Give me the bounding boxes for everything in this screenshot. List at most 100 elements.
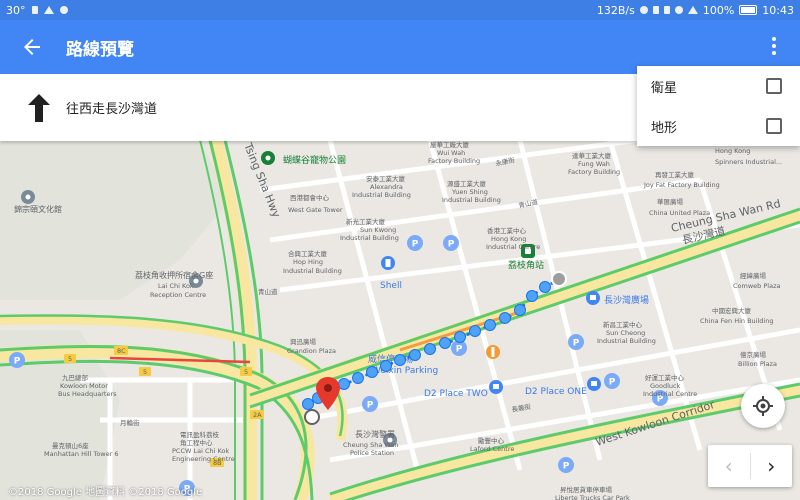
route-dot [409, 349, 421, 361]
map-label: 曼克頓山6座 [52, 441, 89, 450]
parking-icon[interactable]: P [407, 235, 423, 251]
map-label: Sun Cheong [606, 329, 645, 337]
route-dot [539, 281, 551, 293]
map-label: 5 [244, 368, 248, 376]
map-label: 再發工業大廈 [655, 170, 695, 179]
parking-icon[interactable]: P [443, 235, 459, 251]
route-dot [394, 354, 406, 366]
map-label: Laford Centre [470, 445, 514, 453]
route-dot [338, 378, 350, 390]
restaurant-icon[interactable] [486, 345, 500, 359]
network-speed-text: 132B/s [596, 3, 635, 17]
map-label: 昇悅居貨車停車場 [560, 485, 613, 494]
bluetooth-icon [652, 6, 659, 14]
svg-text:P: P [456, 345, 463, 355]
more-options-icon[interactable] [770, 37, 778, 57]
parking-icon[interactable]: P [604, 373, 620, 389]
straight-arrow-icon [28, 93, 50, 122]
map-label: 荔枝角站 [508, 259, 544, 271]
svg-text:P: P [573, 339, 580, 349]
park-pin-icon[interactable] [261, 151, 275, 165]
step-navigation: ‹ › [708, 445, 792, 487]
map-label: 西港都會中心 [290, 193, 330, 202]
map-label: 長沙灣廣場 [604, 294, 649, 306]
map-label: 錦宗頤文化館 [14, 204, 62, 214]
route-end-marker[interactable] [551, 271, 567, 287]
sim-icon [31, 6, 38, 14]
parking-icon[interactable]: P [558, 457, 574, 473]
clock-text: 10:43 [762, 3, 794, 17]
shopping-icon[interactable] [489, 380, 503, 394]
map-label: 8B [213, 459, 222, 467]
route-dot [424, 343, 436, 355]
next-step-button[interactable]: › [751, 445, 793, 487]
map-label: 月輪街 [120, 418, 140, 427]
route-dot [302, 398, 314, 410]
map-label: D2 Place ONE [525, 387, 587, 397]
svg-text:P: P [609, 378, 616, 388]
map-label: 電訊盈科荔枝 [180, 430, 220, 439]
vibrate-icon [663, 6, 670, 14]
menu-item-terrain[interactable]: 地形 [637, 106, 800, 146]
gas-station-icon[interactable] [381, 256, 395, 270]
museum-pin-icon[interactable] [21, 190, 35, 204]
battery-percent-text: 100% [702, 3, 735, 17]
map-label: Industrial Building [283, 267, 342, 275]
map-label: Kowloon Motor [60, 382, 108, 390]
map-label: 新昌工業中心 [603, 320, 643, 329]
back-arrow-icon[interactable] [20, 35, 44, 59]
shopping-icon[interactable] [586, 291, 600, 305]
map-label: 源盛工業大廈 [447, 179, 487, 188]
route-dot [439, 337, 451, 349]
terrain-checkbox[interactable] [766, 118, 782, 134]
map-label: China Fen Hin Building [700, 317, 773, 325]
svg-text:P: P [367, 401, 374, 411]
parking-icon[interactable]: P [568, 334, 584, 350]
map-label: 九巴總部 [62, 373, 89, 382]
map-label: 興迅廣場 [290, 337, 317, 346]
svg-text:P: P [563, 462, 570, 472]
map-label: 華匯廣場 [657, 197, 684, 206]
route-dot [484, 319, 496, 331]
map-label: Cheung Sha Wan [343, 441, 399, 449]
map-label: 青山道 [258, 287, 278, 296]
map-label: PCCW Lai Chi Kok [172, 447, 229, 455]
map-label: 荔枝角收押所宿舍G座 [135, 270, 213, 280]
map-label: 勵豐中心 [478, 436, 505, 445]
route-dot [454, 331, 466, 343]
map-label: Shell [380, 281, 402, 291]
map-label: Yuen Shing [451, 188, 488, 196]
map-label: Manhattan Hill Tower 6 [44, 450, 118, 458]
route-start-marker[interactable] [304, 409, 320, 425]
map-label: Joy Fat Factory Building [643, 181, 720, 189]
map-label: Wui Wah [437, 149, 465, 157]
location-icon [639, 6, 648, 14]
map-label: Reception Centre [150, 291, 206, 299]
previous-step-button[interactable]: ‹ [708, 445, 750, 487]
page-title: 路線預覽 [66, 39, 134, 60]
route-dot [469, 325, 481, 337]
parking-icon[interactable]: P [362, 396, 378, 412]
parking-icon[interactable]: P [9, 352, 25, 368]
map-label: 達華工業大廈 [572, 151, 612, 160]
map-label: Fung Wah [578, 160, 610, 168]
map-label: Hop Hing [293, 258, 323, 266]
map-label: Sun Kwong [360, 226, 396, 234]
menu-item-satellite[interactable]: 衛星 [637, 66, 800, 106]
menu-item-label: 地形 [651, 120, 678, 136]
svg-text:P: P [448, 240, 455, 250]
satellite-checkbox[interactable] [766, 78, 782, 94]
map-label: Engineering Centre [172, 455, 235, 463]
map-label: Factory Building [428, 157, 480, 165]
map-label: 合興工業大廈 [288, 249, 328, 258]
svg-text:P: P [14, 357, 21, 367]
my-location-button[interactable] [741, 384, 785, 428]
temperature-text: 30° [6, 3, 26, 17]
map-label: 蝴蝶谷寵物公園 [283, 154, 346, 166]
status-bar: 30° 132B/s 100% 10:43 [0, 0, 800, 20]
map-label: 香港工業中心 [487, 226, 527, 235]
map-label: Hong Kong [715, 147, 750, 155]
map-label: Police Station [350, 449, 394, 457]
shopping-icon[interactable] [587, 377, 601, 391]
overflow-menu: 衛星 地形 [637, 66, 800, 146]
